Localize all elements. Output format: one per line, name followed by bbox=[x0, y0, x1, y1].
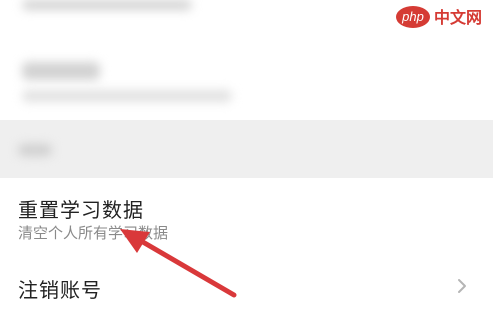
blurred-setting-row-second[interactable] bbox=[0, 50, 493, 120]
reset-learning-data-row[interactable]: 重置学习数据 清空个人所有学习数据 bbox=[0, 178, 493, 252]
blurred-subtitle bbox=[22, 90, 232, 102]
section-header bbox=[0, 120, 493, 178]
chevron-right-icon bbox=[458, 279, 466, 293]
blurred-title bbox=[22, 62, 100, 80]
blurred-section-label bbox=[18, 144, 52, 156]
cancel-account-title: 注销账号 bbox=[18, 278, 102, 302]
cancel-account-row[interactable]: 注销账号 bbox=[0, 252, 493, 316]
php-site-text: 中文网 bbox=[434, 8, 482, 27]
blurred-text bbox=[22, 0, 192, 10]
reset-learning-data-title: 重置学习数据 bbox=[18, 198, 144, 222]
php-cn-watermark: php 中文网 bbox=[395, 3, 489, 35]
php-logo-text: php bbox=[401, 9, 424, 24]
php-logo-icon: php 中文网 bbox=[396, 6, 482, 28]
reset-learning-data-subtitle: 清空个人所有学习数据 bbox=[18, 224, 169, 242]
